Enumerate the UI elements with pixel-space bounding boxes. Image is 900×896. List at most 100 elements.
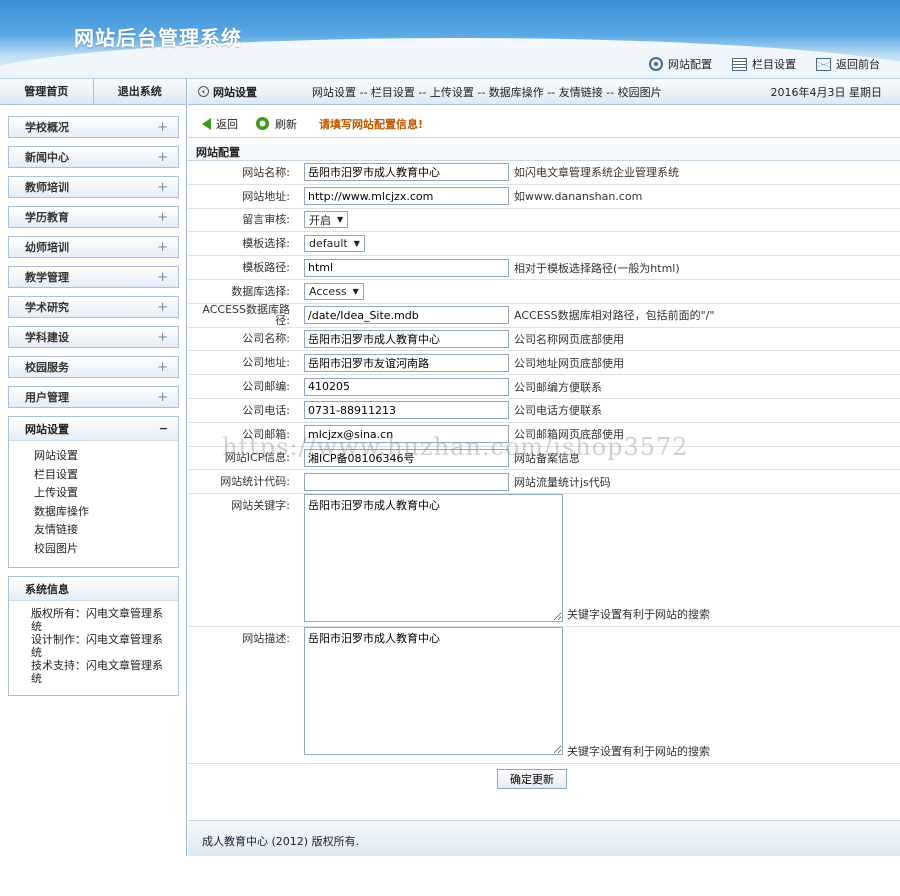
refresh-label: 刷新	[275, 117, 297, 131]
app-title: 网站后台管理系统	[74, 26, 242, 50]
top-nav-frontend[interactable]: 返回前台	[816, 56, 880, 72]
sidebar-menu-item[interactable]: 校园服务 +	[8, 356, 179, 378]
submenu-item[interactable]: 校园图片	[34, 540, 178, 559]
field-label: 网站描述:	[242, 632, 290, 646]
field-hint: 如www.dananshan.com	[514, 190, 643, 204]
system-info-body: 版权所有：闪电文章管理系统 设计制作：闪电文章管理系统 技术支持：闪电文章管理系…	[9, 601, 178, 685]
field-label: 留言审核:	[242, 213, 290, 227]
form-row: 网站统计代码: 网站流量统计js代码	[188, 470, 900, 495]
select-dropdown[interactable]: Access ▼	[304, 282, 364, 300]
form-row-keywords: 网站关键字: 岳阳市汨罗市成人教育中心 关键字设置有利于网站的搜索	[188, 494, 900, 628]
sidebar-menu-item[interactable]: 学科建设 +	[8, 326, 179, 348]
form-row: ACCESS数据库路径: ACCESS数据库相对路径，包括前面的"/"	[188, 304, 900, 328]
field-label: 公司邮箱:	[242, 427, 290, 441]
chevron-down-icon: ▼	[337, 215, 344, 225]
text-input[interactable]	[304, 472, 509, 491]
field-wrap	[298, 353, 509, 372]
form-title: 网站配置	[188, 144, 900, 161]
system-info-line: 版权所有：闪电文章管理系统	[31, 607, 163, 633]
breadcrumb-current: ‹ 网站设置	[188, 84, 298, 100]
top-nav-label: 网站配置	[668, 58, 712, 71]
system-info-line: 技术支持：闪电文章管理系统	[31, 659, 163, 685]
submenu-item[interactable]: 友情链接	[34, 521, 178, 540]
submenu-item[interactable]: 栏目设置	[34, 466, 178, 485]
text-input[interactable]	[304, 258, 509, 277]
top-nav-column-settings[interactable]: 栏目设置	[732, 56, 796, 72]
refresh-icon	[256, 117, 269, 130]
form-row: 模板选择: default ▼	[188, 232, 900, 257]
text-input[interactable]	[304, 448, 509, 467]
toolbar-message: 请填写网站配置信息!	[319, 117, 424, 131]
field-wrap	[298, 377, 509, 396]
form-rows: 网站名称: 如闪电文章管理系统企业管理系统网站地址: 如www.dananshan.…	[188, 161, 900, 495]
text-input[interactable]	[304, 425, 509, 444]
chevron-down-icon: ▼	[352, 286, 359, 296]
form-row: 网站地址: 如www.dananshan.com	[188, 185, 900, 209]
field-hint: 网站流量统计js代码	[514, 475, 611, 489]
sidebar-menu-item[interactable]: 学校概况 +	[8, 116, 179, 138]
form-row: 网站ICP信息: 网站备案信息	[188, 447, 900, 471]
field-label: 公司邮编:	[242, 380, 290, 394]
expand-icon: +	[157, 179, 168, 195]
text-input[interactable]	[304, 353, 509, 372]
select-dropdown[interactable]: default ▼	[304, 235, 365, 253]
sidebar-menu-item[interactable]: 用户管理 +	[8, 386, 179, 408]
system-info-line: 设计制作：闪电文章管理系统	[31, 633, 163, 659]
keywords-textarea[interactable]: 岳阳市汨罗市成人教育中心	[304, 494, 563, 623]
field-label: 公司电话:	[242, 403, 290, 417]
text-input[interactable]	[304, 329, 509, 348]
sidebar-submenu: 网站设置 栏目设置 上传设置 数据库操作 友情链接 校园图片	[9, 441, 178, 559]
sidebar-menu-item[interactable]: 幼师培训 +	[8, 236, 179, 258]
breadcrumb-link-list[interactable]: 网站设置 -- 栏目设置 -- 上传设置 -- 数据库操作 -- 友情链接 --…	[312, 86, 662, 99]
field-hint: ACCESS数据库相对路径，包括前面的"/"	[514, 309, 715, 323]
breadcrumb-links: 网站设置 -- 栏目设置 -- 上传设置 -- 数据库操作 -- 友情链接 --…	[298, 84, 771, 100]
sidebar-menu-site-settings: 网站设置 − 网站设置 栏目设置 上传设置 数据库操作 友情链接 校园图片	[8, 416, 179, 568]
field-hint: 如闪电文章管理系统企业管理系统	[514, 166, 679, 180]
gear-icon	[649, 57, 663, 71]
system-info-panel: 系统信息 版权所有：闪电文章管理系统 设计制作：闪电文章管理系统 技术支持：闪电…	[8, 576, 179, 696]
sidebar-menu-item[interactable]: 学术研究 +	[8, 296, 179, 318]
field-hint: 公司邮编方便联系	[514, 380, 602, 394]
field-wrap	[298, 401, 509, 420]
text-input[interactable]	[304, 187, 509, 206]
select-dropdown[interactable]: 开启 ▼	[304, 211, 349, 229]
description-textarea[interactable]: 岳阳市汨罗市成人教育中心	[304, 627, 563, 756]
breadcrumb-bar: ‹ 网站设置 网站设置 -- 栏目设置 -- 上传设置 -- 数据库操作 -- 友…	[188, 78, 900, 105]
sidebar-menu-item[interactable]: 学历教育 +	[8, 206, 179, 228]
text-input[interactable]	[304, 306, 509, 325]
submit-button[interactable]: 确定更新	[497, 769, 567, 790]
expand-icon: +	[157, 359, 168, 375]
field-hint: 公司邮箱网页底部使用	[514, 428, 624, 442]
sidebar-menu-label: 教学管理	[25, 271, 69, 284]
submenu-item[interactable]: 网站设置	[34, 447, 178, 466]
sidebar-menu-label: 学历教育	[25, 211, 69, 224]
top-nav-label: 返回前台	[836, 58, 880, 71]
refresh-button[interactable]: 刷新	[256, 116, 297, 132]
back-button[interactable]: 返回	[202, 116, 238, 132]
sidebar-menu-item[interactable]: 教学管理 +	[8, 266, 179, 288]
text-input[interactable]	[304, 401, 509, 420]
keywords-wrap: 岳阳市汨罗市成人教育中心	[298, 494, 563, 625]
form-row: 公司电话: 公司电话方便联系	[188, 399, 900, 423]
field-label: 网站地址:	[242, 189, 290, 203]
expand-icon: +	[157, 239, 168, 255]
form-row: 网站名称: 如闪电文章管理系统企业管理系统	[188, 161, 900, 185]
sidebar-menu-item[interactable]: 教师培训 +	[8, 176, 179, 198]
site-config-form: 网站配置 网站名称: 如闪电文章管理系统企业管理系统网站地址: 如www.danan…	[188, 144, 900, 800]
top-nav-label: 栏目设置	[752, 58, 796, 71]
text-input[interactable]	[304, 377, 509, 396]
home-link[interactable]: 管理首页	[0, 79, 94, 104]
field-hint: 公司电话方便联系	[514, 404, 602, 418]
field-hint: 网站备案信息	[514, 451, 580, 465]
submit-row: 确定更新	[188, 764, 900, 794]
submenu-item[interactable]: 数据库操作	[34, 503, 178, 522]
form-row: 数据库选择: Access ▼	[188, 280, 900, 304]
expand-icon: +	[157, 329, 168, 345]
logout-link[interactable]: 退出系统	[94, 79, 187, 104]
text-input[interactable]	[304, 163, 509, 182]
top-nav-site-config[interactable]: 网站配置	[649, 56, 712, 72]
sidebar-menu-header[interactable]: 网站设置 −	[9, 417, 178, 441]
sidebar-menu-item[interactable]: 新闻中心 +	[8, 146, 179, 168]
submenu-item[interactable]: 上传设置	[34, 484, 178, 503]
form-row-description: 网站描述: 岳阳市汨罗市成人教育中心 关键字设置有利于网站的搜索	[188, 627, 900, 765]
